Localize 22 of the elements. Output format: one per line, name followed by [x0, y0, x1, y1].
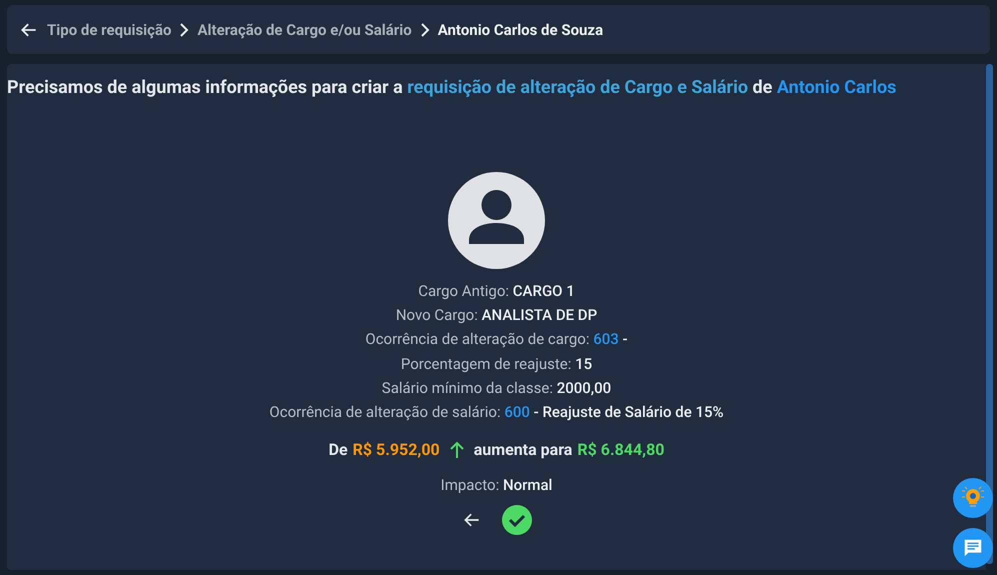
detail-line: Porcentagem de reajuste: 15	[400, 354, 592, 375]
detail-line: Ocorrência de alteração de cargo: 603 -	[365, 329, 628, 350]
new-salary: R$ 6.844,80	[577, 440, 664, 460]
page-heading: Precisamos de algumas informações para criar a requisição de alteração de Cargo e Salário de Antonio Carlos	[7, 76, 898, 100]
breadcrumb-item[interactable]: Tipo de requisição	[47, 20, 172, 38]
detail-line: Novo Cargo: ANALISTA DE DP	[396, 305, 598, 326]
breadcrumb-item[interactable]: Alteração de Cargo e/ou Salário	[197, 20, 412, 38]
impact-line: Impacto: Normal	[440, 475, 552, 496]
confirm-button[interactable]	[502, 505, 532, 536]
detail-line: Ocorrência de alteração de salário: 600 - Reajuste de Salário de 15%	[269, 402, 724, 424]
chevron-icon	[420, 22, 430, 36]
chevron-icon	[179, 22, 190, 36]
detail-line: Cargo Antigo: CARGO 1	[418, 281, 575, 302]
chat-icon	[962, 537, 984, 559]
breadcrumb-item: Antonio Carlos de Souza	[438, 20, 604, 38]
avatar-icon	[448, 172, 545, 269]
price-label: aumenta para	[474, 440, 572, 460]
price-label: De	[328, 440, 348, 460]
detail-line: Salário mínimo da classe: 2000,00	[382, 378, 612, 399]
scrollbar[interactable]	[986, 64, 993, 564]
arrow-up-icon	[448, 440, 465, 459]
old-salary: R$ 5.952,00	[352, 440, 440, 460]
